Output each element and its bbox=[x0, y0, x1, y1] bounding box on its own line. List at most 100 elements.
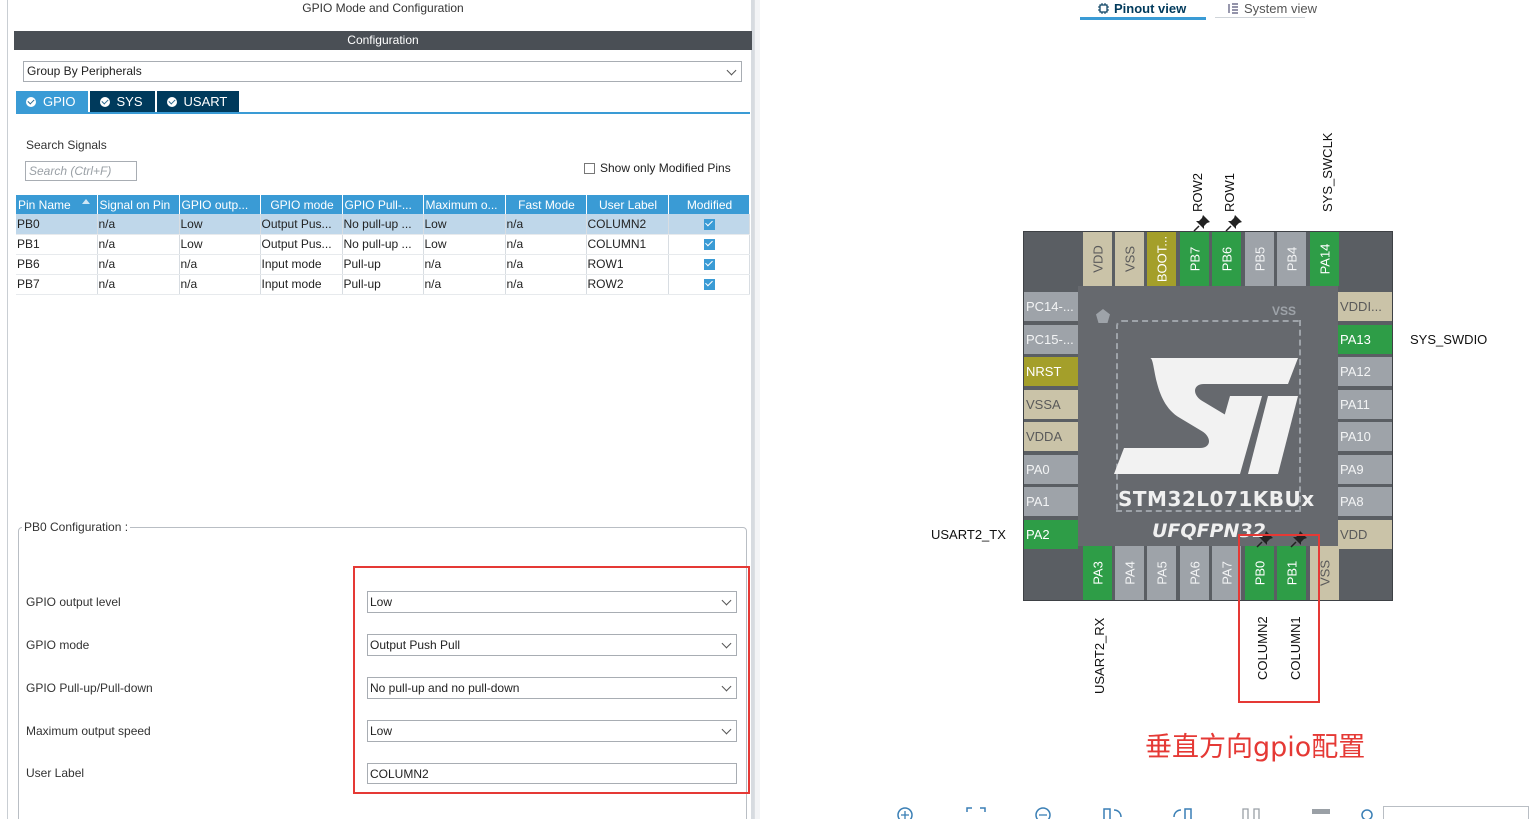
search-icon[interactable] bbox=[1358, 806, 1380, 819]
pin-right[interactable]: PA10 bbox=[1338, 422, 1392, 451]
table-cell: n/a bbox=[179, 274, 261, 295]
table-cell: ROW1 bbox=[586, 254, 669, 275]
pin-top[interactable]: VSS bbox=[1115, 232, 1144, 286]
show-modified-checkbox[interactable]: Show only Modified Pins bbox=[584, 161, 731, 175]
tab-label: USART bbox=[183, 94, 228, 109]
pin-top[interactable]: VDD bbox=[1083, 232, 1112, 286]
table-cell: n/a bbox=[505, 234, 587, 255]
pin-top[interactable]: PB7 bbox=[1180, 232, 1209, 286]
table-cell: Low bbox=[179, 214, 261, 235]
pushpin-icon bbox=[1193, 215, 1210, 232]
configuration-header: Configuration bbox=[14, 31, 752, 50]
active-tab-underline bbox=[1080, 17, 1206, 20]
modified-cell[interactable] bbox=[668, 234, 750, 255]
pin-bottom[interactable]: PA3 bbox=[1083, 546, 1112, 600]
pin-left[interactable]: PA1 bbox=[1024, 487, 1078, 516]
search-signals-input[interactable] bbox=[25, 161, 137, 181]
pin-right[interactable]: PA11 bbox=[1338, 390, 1392, 419]
pin-left[interactable]: PA2 bbox=[1024, 520, 1078, 549]
pin-left[interactable]: VDDA bbox=[1024, 422, 1078, 451]
pin-table: Pin Name Signal on Pin GPIO outp... GPIO… bbox=[16, 195, 750, 295]
pin-right[interactable]: PA9 bbox=[1338, 455, 1392, 484]
tab-gpio[interactable]: GPIO bbox=[16, 91, 88, 112]
zoom-out-icon[interactable] bbox=[1033, 806, 1055, 819]
signal-label-row2: ROW2 bbox=[1190, 173, 1205, 212]
check-circle-icon bbox=[99, 96, 110, 107]
pin-top[interactable]: PB4 bbox=[1277, 232, 1306, 286]
checked-checkbox-icon bbox=[703, 219, 715, 231]
modified-cell[interactable] bbox=[668, 214, 750, 235]
table-cell: PB1 bbox=[16, 234, 98, 255]
pin-left[interactable]: PC15-... bbox=[1024, 325, 1078, 354]
pin-left[interactable]: PA0 bbox=[1024, 455, 1078, 484]
flip-horizontal-icon[interactable] bbox=[1240, 806, 1262, 819]
table-row[interactable]: PB7 n/a n/a Input mode Pull-up n/a n/a R… bbox=[16, 274, 750, 295]
table-cell: Pull-up bbox=[342, 254, 424, 275]
tab-usart[interactable]: USART bbox=[156, 91, 240, 112]
pin-left[interactable]: VSSA bbox=[1024, 390, 1078, 419]
pin-right[interactable]: VDD bbox=[1338, 520, 1392, 549]
flip-vertical-icon[interactable] bbox=[1310, 806, 1332, 819]
pin-right[interactable]: PA8 bbox=[1338, 487, 1392, 516]
table-cell: Low bbox=[423, 214, 506, 235]
list-icon bbox=[1228, 3, 1238, 14]
modified-cell[interactable] bbox=[668, 274, 750, 295]
group-by-select[interactable]: Group By Peripherals bbox=[23, 61, 742, 82]
pin-right[interactable]: PA12 bbox=[1338, 357, 1392, 386]
pin-bottom[interactable]: PA4 bbox=[1115, 546, 1144, 600]
panel-splitter[interactable] bbox=[754, 0, 760, 819]
table-cell: n/a bbox=[505, 254, 587, 275]
panel-left-border bbox=[7, 0, 8, 819]
zoom-in-icon[interactable] bbox=[895, 806, 917, 819]
column-header[interactable]: Signal on Pin bbox=[97, 195, 180, 214]
pin-top[interactable]: BOOT... bbox=[1147, 232, 1176, 286]
pin-left[interactable]: NRST bbox=[1024, 357, 1078, 386]
column-header[interactable]: GPIO Pull-... bbox=[342, 195, 424, 214]
table-row[interactable]: PB1 n/a Low Output Pus... No pull-up ...… bbox=[16, 234, 750, 255]
checked-checkbox-icon bbox=[703, 279, 715, 291]
pin-right[interactable]: PA13 bbox=[1338, 325, 1392, 354]
pin-right[interactable]: VDDI... bbox=[1338, 292, 1392, 321]
column-header[interactable]: GPIO mode bbox=[260, 195, 343, 214]
table-row[interactable]: PB0 n/a Low Output Pus... No pull-up ...… bbox=[16, 214, 750, 235]
rotate-right-icon[interactable] bbox=[1102, 806, 1124, 819]
table-cell: PB6 bbox=[16, 254, 98, 275]
column-header[interactable]: Pin Name bbox=[16, 195, 98, 214]
pin-top[interactable]: PB6 bbox=[1212, 232, 1241, 286]
table-row[interactable]: PB6 n/a n/a Input mode Pull-up n/a n/a R… bbox=[16, 254, 750, 275]
pin-top[interactable]: PA14 bbox=[1310, 232, 1339, 286]
pin-bottom[interactable]: PA7 bbox=[1212, 546, 1241, 600]
tab-label: System view bbox=[1244, 1, 1317, 16]
pinout-search-field[interactable] bbox=[1383, 806, 1529, 819]
chip-part-number: STM32L071KBUx bbox=[1118, 487, 1315, 511]
fit-screen-icon[interactable] bbox=[965, 806, 987, 819]
pin-top[interactable]: PB5 bbox=[1245, 232, 1274, 286]
column-header[interactable]: User Label bbox=[586, 195, 669, 214]
column-header[interactable]: Maximum o... bbox=[423, 195, 506, 214]
user-label-label: User Label bbox=[26, 766, 85, 780]
tab-pinout-view[interactable]: Pinout view bbox=[1098, 1, 1186, 16]
table-cell: ROW2 bbox=[586, 274, 669, 295]
column-header[interactable]: GPIO outp... bbox=[179, 195, 261, 214]
table-cell: n/a bbox=[423, 274, 506, 295]
column-header[interactable]: Modified bbox=[668, 195, 750, 214]
group-by-value: Group By Peripherals bbox=[27, 64, 142, 78]
table-cell: COLUMN2 bbox=[586, 214, 669, 235]
rotate-left-icon[interactable] bbox=[1171, 806, 1193, 819]
tab-sys[interactable]: SYS bbox=[89, 91, 155, 112]
modified-cell[interactable] bbox=[668, 254, 750, 275]
signal-label-sys-swdio: SYS_SWDIO bbox=[1410, 332, 1488, 347]
pin-bottom[interactable]: PA6 bbox=[1180, 546, 1209, 600]
sort-ascending-icon bbox=[82, 199, 90, 204]
table-cell: PB7 bbox=[16, 274, 98, 295]
tab-label: Pinout view bbox=[1114, 1, 1187, 16]
gpio-config-panel: GPIO Mode and Configuration Configuratio… bbox=[0, 0, 760, 819]
table-cell: n/a bbox=[505, 274, 587, 295]
column-header[interactable]: Fast Mode bbox=[505, 195, 587, 214]
checked-checkbox-icon bbox=[703, 259, 715, 271]
tab-system-view[interactable]: System view bbox=[1228, 1, 1317, 16]
pin-bottom[interactable]: PA5 bbox=[1147, 546, 1176, 600]
checkbox-icon bbox=[584, 162, 595, 174]
peripheral-tabs: GPIO SYS USART bbox=[16, 91, 241, 112]
pin-left[interactable]: PC14-... bbox=[1024, 292, 1078, 321]
